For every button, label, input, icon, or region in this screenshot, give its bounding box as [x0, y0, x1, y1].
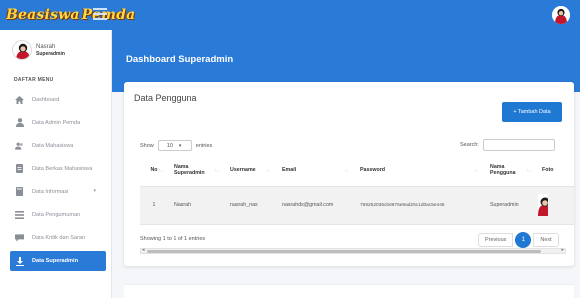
sort-icon: ↑↓ [158, 168, 164, 173]
sidebar-item-label: Data Mahasiswa [32, 142, 74, 149]
column-header-nama-pengguna[interactable]: Nama Pengguna ↑↓ [484, 154, 536, 187]
entries-select-value: 10 [166, 142, 173, 149]
cell-password: 769252035cb6675e9ad25c1d0ac5e446 [354, 186, 484, 225]
sort-icon: ↑↓ [526, 168, 532, 173]
sidebar-item-admin-pemda[interactable]: Data Admin Pemda [10, 111, 106, 134]
sidebar-item-informasi[interactable]: Data Informasi ▾ [10, 180, 106, 203]
search-label: Search: [460, 142, 479, 148]
list-icon [15, 210, 24, 219]
menu-heading: DAFTAR MENU [14, 77, 54, 83]
cell-nama-pengguna: Superadmin [484, 186, 536, 225]
add-data-button[interactable]: + Tambah Data [502, 102, 562, 122]
column-header-password[interactable]: Password ↑↓ [354, 154, 484, 187]
cell-email: nasrahds@gmail.com [276, 186, 354, 225]
user-photo-icon [552, 6, 570, 24]
logo-text-pemda: Pemda [81, 7, 136, 23]
sidebar: Nasrah Superadmin DAFTAR MENU Dashboard … [0, 30, 112, 298]
user-avatar [12, 40, 32, 60]
user-icon [15, 118, 24, 127]
column-header-foto[interactable]: Foto [536, 154, 574, 187]
column-header-no[interactable]: No ↑↓ [140, 154, 168, 187]
chevron-down-icon: ▾ [178, 142, 182, 149]
sort-icon: ↑↓ [266, 168, 272, 173]
entries-length-control: Show 10 ▾ entries [140, 140, 212, 151]
cell-foto [536, 186, 574, 225]
avatar[interactable] [552, 6, 570, 24]
next-page-button[interactable]: Next [533, 233, 559, 247]
column-header-nama-superadmin[interactable]: Nama Superadmin ↑↓ [168, 154, 224, 187]
sidebar-item-dashboard[interactable]: Dashboard [10, 88, 106, 111]
logo-text-beasiswa: Beasiswa [6, 7, 80, 23]
download-icon [15, 256, 24, 266]
user-panel: Nasrah Superadmin [12, 40, 65, 60]
table-container: No ↑↓ Nama Superadmin ↑↓ Username ↑↓ Email ↑… [140, 154, 574, 230]
cell-username: nasrah_nas [224, 186, 276, 225]
scroll-right-icon[interactable]: ▸ [561, 247, 564, 253]
sidebar-item-label: Data Berkas Mahasiswa [32, 165, 93, 172]
entries-label: entries [195, 142, 213, 149]
comment-icon [15, 233, 24, 242]
pagination: Previous 1 Next [478, 232, 559, 248]
sort-icon: ↑↓ [344, 168, 350, 173]
user-photo-icon [16, 43, 30, 59]
search-control: Search: [460, 139, 555, 151]
sidebar-menu: Dashboard Data Admin Pemda Data Mahasisw… [10, 88, 106, 271]
previous-page-button[interactable]: Previous [478, 233, 514, 247]
user-photo-thumbnail [538, 194, 548, 216]
sidebar-item-label: Data Admin Pemda [32, 119, 81, 126]
sidebar-item-label: Dashboard [32, 96, 60, 103]
page-1-button[interactable]: 1 [515, 232, 532, 248]
sidebar-item-berkas-mahasiswa[interactable]: Data Berkas Mahasiswa [10, 157, 106, 180]
user-name: Nasrah [36, 43, 56, 50]
data-card: Data Pengguna + Tambah Data Show 10 ▾ en… [124, 82, 574, 266]
horizontal-scrollbar[interactable]: ◂ ▸ [140, 247, 566, 254]
sort-icon: ↑↓ [474, 168, 480, 173]
sidebar-item-pengumuman[interactable]: Data Pengumuman [10, 203, 106, 226]
card-title: Data Pengguna [134, 93, 197, 103]
sidebar-item-label: Data Superadmin [32, 258, 79, 264]
sidebar-item-mahasiswa[interactable]: Data Mahasiswa [10, 134, 106, 157]
footer [124, 284, 574, 298]
column-header-email[interactable]: Email ↑↓ [276, 154, 354, 187]
scroll-left-icon[interactable]: ◂ [142, 247, 145, 253]
sidebar-item-label: Data Informasi [32, 188, 69, 195]
home-icon [15, 95, 24, 104]
sidebar-item-superadmin[interactable]: Data Superadmin [10, 251, 106, 271]
hamburger-menu-icon[interactable] [93, 8, 107, 20]
entries-select[interactable]: 10 ▾ [157, 140, 192, 151]
book-icon [15, 187, 24, 196]
sidebar-item-kritik-saran[interactable]: Data Kritik dan Saran [10, 226, 106, 249]
sidebar-item-label: Data Kritik dan Saran [32, 234, 86, 241]
table-header-row: No ↑↓ Nama Superadmin ↑↓ Username ↑↓ Email ↑… [140, 154, 574, 187]
search-input[interactable] [482, 139, 555, 151]
user-role: Superadmin [36, 50, 65, 57]
sidebar-item-label: Data Pengumuman [32, 211, 81, 218]
cell-nama-superadmin: Nasrah [168, 186, 224, 225]
chevron-down-icon: ▾ [93, 188, 96, 194]
scrollbar-thumb[interactable] [147, 250, 541, 253]
file-icon [15, 164, 24, 173]
table-info: Showing 1 to 1 of 1 entries [140, 236, 206, 242]
users-icon [15, 141, 24, 150]
show-label: Show [140, 142, 154, 149]
sort-icon: ↑↓ [214, 168, 220, 173]
table-row[interactable]: 1 Nasrah nasrah_nas nasrahds@gmail.com 7… [140, 186, 574, 225]
cell-no: 1 [140, 186, 168, 225]
users-table: No ↑↓ Nama Superadmin ↑↓ Username ↑↓ Email ↑… [140, 154, 574, 225]
page-title: Dashboard Superadmin [126, 54, 234, 65]
column-header-username[interactable]: Username ↑↓ [224, 154, 276, 187]
